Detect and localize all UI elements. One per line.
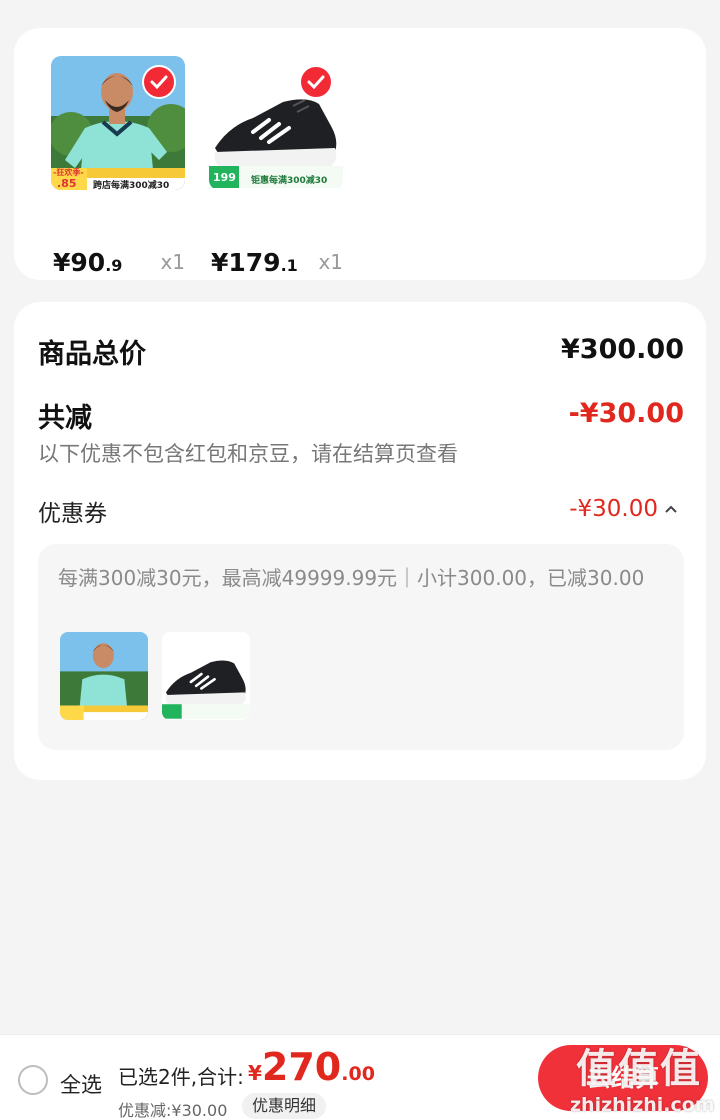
product-qty-2: x1 [318, 250, 343, 274]
radio-empty-icon[interactable] [18, 1065, 48, 1095]
reduce-label: 共减 [38, 403, 92, 434]
product-image-tshirt [60, 632, 148, 720]
products-card: -狂欢季- .85 跨店每满300减30 ¥90.9 x1 199 钜惠每满30… [14, 28, 706, 280]
price-row-1: ¥90.9 x1 [51, 248, 185, 284]
product-price-2: ¥179.1 [211, 248, 298, 277]
coupon-product-thumb-2[interactable] [162, 632, 250, 720]
coupon-description: 每满300减30元，最高减49999.99元｜小计300.00，已减30.00 [58, 566, 645, 590]
price-row-2: ¥179.1 x1 [209, 248, 343, 284]
total-dec: .00 [341, 1063, 375, 1085]
promo-line-2: 钜惠每满300减30 [251, 176, 328, 186]
checkout-button[interactable]: 去结算 [538, 1045, 708, 1111]
reduce-value: -¥30.00 [568, 398, 684, 429]
price-int-2: ¥179 [211, 248, 281, 277]
check-mark-icon [150, 75, 168, 89]
discount-detail-button[interactable]: 优惠明细 [242, 1093, 327, 1119]
badge-price-1: .85 [57, 177, 77, 190]
total-currency: ¥ [248, 1061, 262, 1085]
coupon-value: -¥30.00 [569, 496, 658, 522]
check-mark-icon [307, 75, 325, 89]
coupon-label: 优惠券 [38, 501, 107, 527]
coupon-toggle[interactable]: -¥30.00 [569, 496, 678, 522]
price-summary-card: 商品总价 ¥300.00 共减 -¥30.00 以下优惠不包含红包和京豆，请在结… [14, 302, 706, 780]
price-dec-1: .9 [105, 256, 123, 275]
product-image-shoe [162, 632, 250, 720]
badge-price-2: 199 [213, 171, 236, 184]
check-circle-icon[interactable] [299, 65, 333, 99]
total-amount: ¥270.00 [248, 1045, 375, 1089]
chevron-up-icon [665, 505, 677, 513]
total-price-label: 商品总价 [38, 339, 146, 370]
price-dec-2: .1 [280, 256, 298, 275]
product-image-2[interactable]: 199 钜惠每满300减30 [209, 56, 343, 190]
product-item-1[interactable]: -狂欢季- .85 跨店每满300减30 ¥90.9 x1 [51, 56, 191, 277]
select-all-label[interactable]: 全选 [60, 1069, 102, 1099]
product-image-1[interactable]: -狂欢季- .85 跨店每满300减30 [51, 56, 185, 190]
discount-amount: 优惠减:¥30.00 [118, 1101, 228, 1120]
product-qty-1: x1 [160, 250, 185, 274]
price-int-1: ¥90 [53, 248, 106, 277]
selected-count-info: 已选2件,合计: [118, 1065, 244, 1089]
coupon-detail-box: 每满300减30元，最高减49999.99元｜小计300.00，已减30.00 [38, 544, 684, 750]
discount-hint: 以下优惠不包含红包和京豆，请在结算页查看 [38, 442, 458, 466]
bottom-checkout-bar: 全选 已选2件,合计: ¥270.00 优惠减:¥30.00 优惠明细 去结算 [0, 1034, 720, 1120]
total-price-value: ¥300.00 [561, 334, 684, 365]
product-price-1: ¥90.9 [53, 248, 122, 277]
total-int: 270 [261, 1045, 342, 1089]
coupon-product-thumb-1[interactable] [60, 632, 148, 720]
promo-line-1: 跨店每满300减30 [93, 181, 170, 190]
product-item-2[interactable]: 199 钜惠每满300减30 ¥179.1 x1 [209, 56, 349, 277]
check-circle-icon[interactable] [142, 65, 176, 99]
